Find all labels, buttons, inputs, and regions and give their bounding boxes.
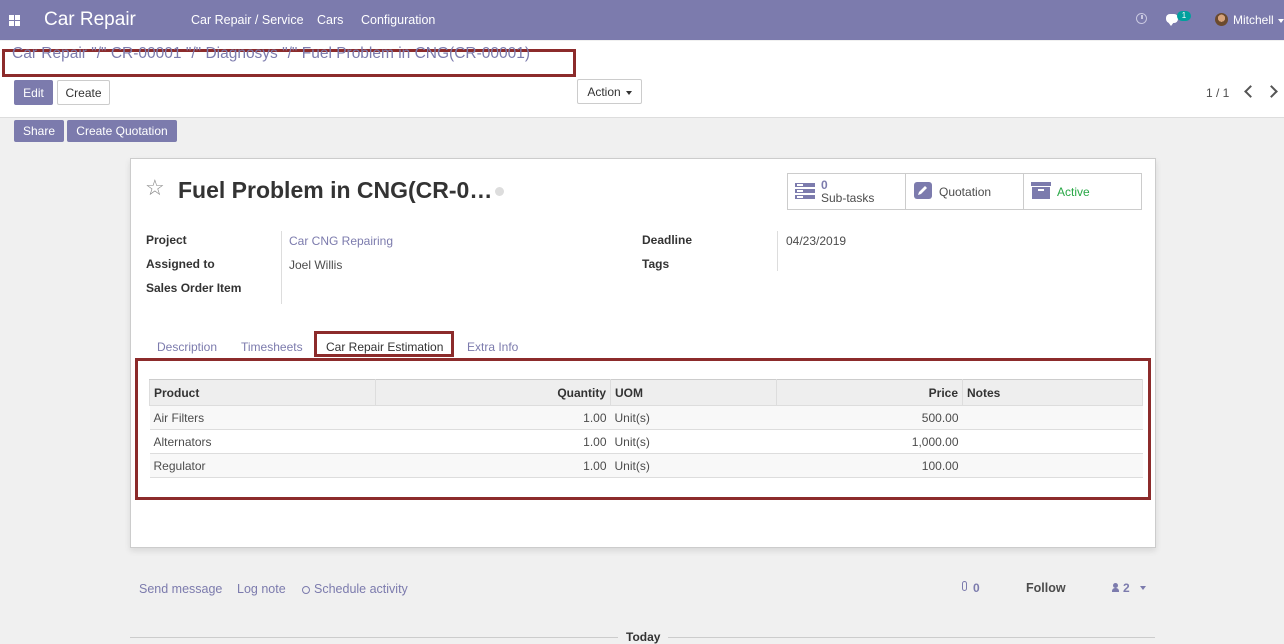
edit-button[interactable]: Edit [14, 80, 53, 105]
form-sheet: ☆ Fuel Problem in CNG(CR-0… 0 Sub-tasks … [130, 158, 1156, 548]
deadline-value[interactable]: 04/23/2019 [786, 234, 846, 248]
table-row[interactable]: Alternators 1.00 Unit(s) 1,000.00 [149, 429, 1143, 454]
kanban-state-icon[interactable] [495, 187, 504, 196]
tab-timesheets[interactable]: Timesheets [241, 340, 303, 354]
app-title: Car Repair [44, 9, 136, 30]
column-header-notes[interactable]: Notes [962, 379, 1143, 406]
estimation-table: Product Quantity UOM Price Notes Air Fil… [149, 379, 1143, 478]
menu-configuration[interactable]: Configuration [361, 13, 435, 27]
notes-cell [962, 429, 1143, 454]
project-value[interactable]: Car CNG Repairing [289, 234, 393, 248]
field-separator [281, 231, 282, 304]
column-header-quantity[interactable]: Quantity [375, 379, 611, 406]
notebook-tabs: Description Timesheets Car Repair Estima… [131, 331, 1155, 359]
create-quotation-button[interactable]: Create Quotation [67, 120, 177, 142]
attachments-count[interactable]: 0 [973, 581, 980, 595]
user-menu[interactable]: Mitchell [1233, 13, 1274, 27]
pager-previous-icon[interactable] [1244, 85, 1257, 98]
main-navbar: Car Repair Car Repair / Service Cars Con… [0, 0, 1284, 40]
paperclip-icon[interactable] [962, 581, 967, 591]
notes-cell [962, 405, 1143, 430]
quotation-label: Quotation [939, 185, 992, 199]
column-header-uom[interactable]: UOM [610, 379, 777, 406]
estimation-table-highlight: Product Quantity UOM Price Notes Air Fil… [135, 358, 1151, 500]
chevron-down-icon [625, 90, 632, 95]
tasks-icon [795, 183, 815, 199]
table-row[interactable]: Regulator 1.00 Unit(s) 100.00 [149, 453, 1143, 478]
clock-icon [302, 586, 310, 594]
product-cell: Alternators [149, 429, 376, 454]
notes-cell [962, 453, 1143, 478]
price-cell: 100.00 [776, 453, 963, 478]
smart-buttons: 0 Sub-tasks Quotation Active [787, 173, 1142, 210]
followers-caret-icon[interactable] [1140, 586, 1146, 590]
subtasks-label: Sub-tasks [821, 191, 875, 205]
followers-count[interactable]: 2 [1123, 581, 1130, 595]
record-title: Fuel Problem in CNG(CR-0… [178, 177, 493, 203]
field-separator [777, 231, 778, 271]
column-header-price[interactable]: Price [776, 379, 963, 406]
sales-order-item-label: Sales Order Item [146, 281, 242, 295]
log-note-button[interactable]: Log note [237, 582, 286, 596]
menu-cars[interactable]: Cars [317, 13, 343, 27]
table-row[interactable]: Air Filters 1.00 Unit(s) 500.00 [149, 405, 1143, 430]
messaging-badge: 1 [1177, 11, 1191, 21]
product-cell: Air Filters [149, 405, 376, 430]
quantity-cell: 1.00 [375, 429, 611, 454]
uom-cell: Unit(s) [610, 405, 777, 430]
app-menu-icon[interactable] [9, 15, 20, 26]
price-cell: 500.00 [776, 405, 963, 430]
quantity-cell: 1.00 [375, 405, 611, 430]
tags-label: Tags [642, 257, 670, 271]
active-toggle-button[interactable]: Active [1024, 174, 1141, 209]
action-label: Action [587, 85, 621, 99]
tab-car-repair-estimation[interactable]: Car Repair Estimation [326, 340, 443, 354]
activity-clock-icon[interactable] [1136, 13, 1147, 24]
project-label: Project [146, 233, 187, 247]
assigned-to-value[interactable]: Joel Willis [289, 258, 342, 272]
column-header-product[interactable]: Product [149, 379, 376, 406]
assigned-to-label: Assigned to [146, 257, 215, 271]
schedule-activity-label: Schedule activity [314, 582, 408, 596]
follow-button[interactable]: Follow [1026, 581, 1066, 595]
tab-extra-info[interactable]: Extra Info [467, 340, 518, 354]
quotation-button[interactable]: Quotation [906, 174, 1024, 209]
subtasks-button[interactable]: 0 Sub-tasks [788, 174, 906, 209]
schedule-activity-button[interactable]: Schedule activity [302, 582, 408, 596]
quantity-cell: 1.00 [375, 453, 611, 478]
pager-value[interactable]: 1 / 1 [1206, 86, 1229, 100]
user-avatar[interactable] [1215, 13, 1228, 26]
create-button[interactable]: Create [57, 80, 110, 105]
control-panel: Car Repair "/" CR-00001 "/" Diagnosys "/… [0, 41, 1284, 118]
star-icon[interactable]: ☆ [145, 177, 165, 199]
price-cell: 1,000.00 [776, 429, 963, 454]
send-message-button[interactable]: Send message [139, 582, 222, 596]
uom-cell: Unit(s) [610, 429, 777, 454]
tab-description[interactable]: Description [157, 340, 217, 354]
subtasks-count: 0 [821, 178, 828, 192]
breadcrumb[interactable]: Car Repair "/" CR-00001 "/" Diagnosys "/… [12, 45, 530, 63]
active-label: Active [1057, 185, 1090, 199]
share-button[interactable]: Share [14, 120, 64, 142]
pager-next-icon[interactable] [1265, 85, 1278, 98]
pencil-icon [914, 182, 932, 199]
user-caret-icon[interactable] [1278, 19, 1284, 23]
menu-car-repair-service[interactable]: Car Repair / Service [191, 13, 304, 27]
product-cell: Regulator [149, 453, 376, 478]
followers-icon[interactable] [1112, 583, 1119, 592]
uom-cell: Unit(s) [610, 453, 777, 478]
archive-icon [1031, 182, 1051, 199]
action-dropdown[interactable]: Action [577, 79, 642, 104]
deadline-label: Deadline [642, 233, 693, 247]
